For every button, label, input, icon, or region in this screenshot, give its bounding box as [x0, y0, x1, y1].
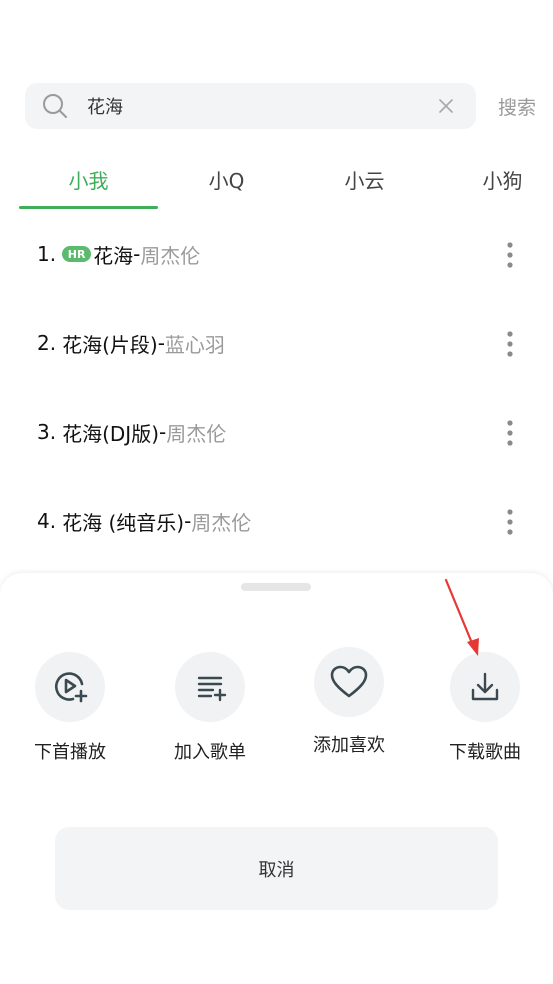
search-row: 搜索: [25, 83, 553, 129]
result-separator: -: [133, 242, 141, 266]
add-favorite-label: 添加喜欢: [313, 735, 385, 756]
add-to-playlist-circle[interactable]: [175, 652, 245, 722]
tab-xiaoyun[interactable]: 小云: [295, 152, 434, 207]
source-tabs: 小我 小Q 小云 小狗: [19, 152, 553, 210]
add-to-playlist-label: 加入歌单: [174, 742, 246, 763]
more-icon[interactable]: [505, 418, 515, 448]
search-icon: [43, 94, 67, 118]
search-box[interactable]: [25, 83, 476, 129]
clear-icon[interactable]: [436, 96, 456, 116]
more-icon[interactable]: [505, 240, 515, 270]
add-favorite-button[interactable]: 添加喜欢: [294, 647, 404, 757]
heart-icon: [330, 665, 368, 698]
action-sheet: 下首播放 加入歌单 添加喜欢 下载歌曲 取消: [0, 573, 553, 984]
tab-xiaogou[interactable]: 小狗: [433, 152, 553, 207]
hr-badge: HR: [62, 246, 92, 262]
result-artist: 周杰伦: [166, 421, 227, 446]
result-separator: -: [184, 509, 192, 533]
play-next-circle[interactable]: [35, 652, 105, 722]
download-icon: [471, 672, 499, 701]
result-row[interactable]: 2. 花海(片段) - 蓝心羽: [37, 323, 537, 363]
sheet-drag-handle[interactable]: [241, 583, 311, 591]
download-label: 下载歌曲: [449, 742, 521, 763]
more-icon[interactable]: [505, 507, 515, 537]
download-button[interactable]: 下载歌曲: [430, 652, 540, 764]
result-title: 花海: [93, 243, 134, 268]
download-circle[interactable]: [450, 652, 520, 722]
result-row[interactable]: 1. HR 花海 - 周杰伦: [37, 234, 537, 274]
add-to-playlist-icon: [197, 676, 227, 702]
add-favorite-circle[interactable]: [314, 647, 384, 717]
result-row[interactable]: 4. 花海 (纯音乐) - 周杰伦: [37, 501, 537, 541]
search-button[interactable]: 搜索: [498, 93, 536, 120]
result-title: 花海 (纯音乐): [62, 510, 185, 535]
result-index: 4.: [37, 509, 57, 533]
more-icon[interactable]: [505, 329, 515, 359]
play-next-button[interactable]: 下首播放: [15, 652, 125, 764]
result-artist: 周杰伦: [191, 510, 252, 535]
result-index: 1.: [37, 242, 57, 266]
active-tab-indicator: [19, 206, 158, 209]
result-index: 2.: [37, 331, 57, 355]
result-separator: -: [157, 331, 165, 355]
result-artist: 周杰伦: [140, 243, 201, 268]
add-to-playlist-button[interactable]: 加入歌单: [155, 652, 265, 764]
cancel-button[interactable]: 取消: [55, 827, 498, 910]
tab-xiaoq[interactable]: 小Q: [157, 152, 296, 207]
play-next-label: 下首播放: [34, 742, 106, 763]
result-index: 3.: [37, 420, 57, 444]
result-separator: -: [159, 420, 167, 444]
result-row[interactable]: 3. 花海(DJ版) - 周杰伦: [37, 412, 537, 452]
play-next-icon: [54, 672, 88, 703]
result-artist: 蓝心羽: [164, 332, 225, 357]
tab-xiaowo[interactable]: 小我: [19, 152, 158, 207]
search-input[interactable]: [87, 91, 417, 121]
result-title: 花海(DJ版): [62, 421, 159, 446]
result-title: 花海(片段): [62, 332, 158, 357]
